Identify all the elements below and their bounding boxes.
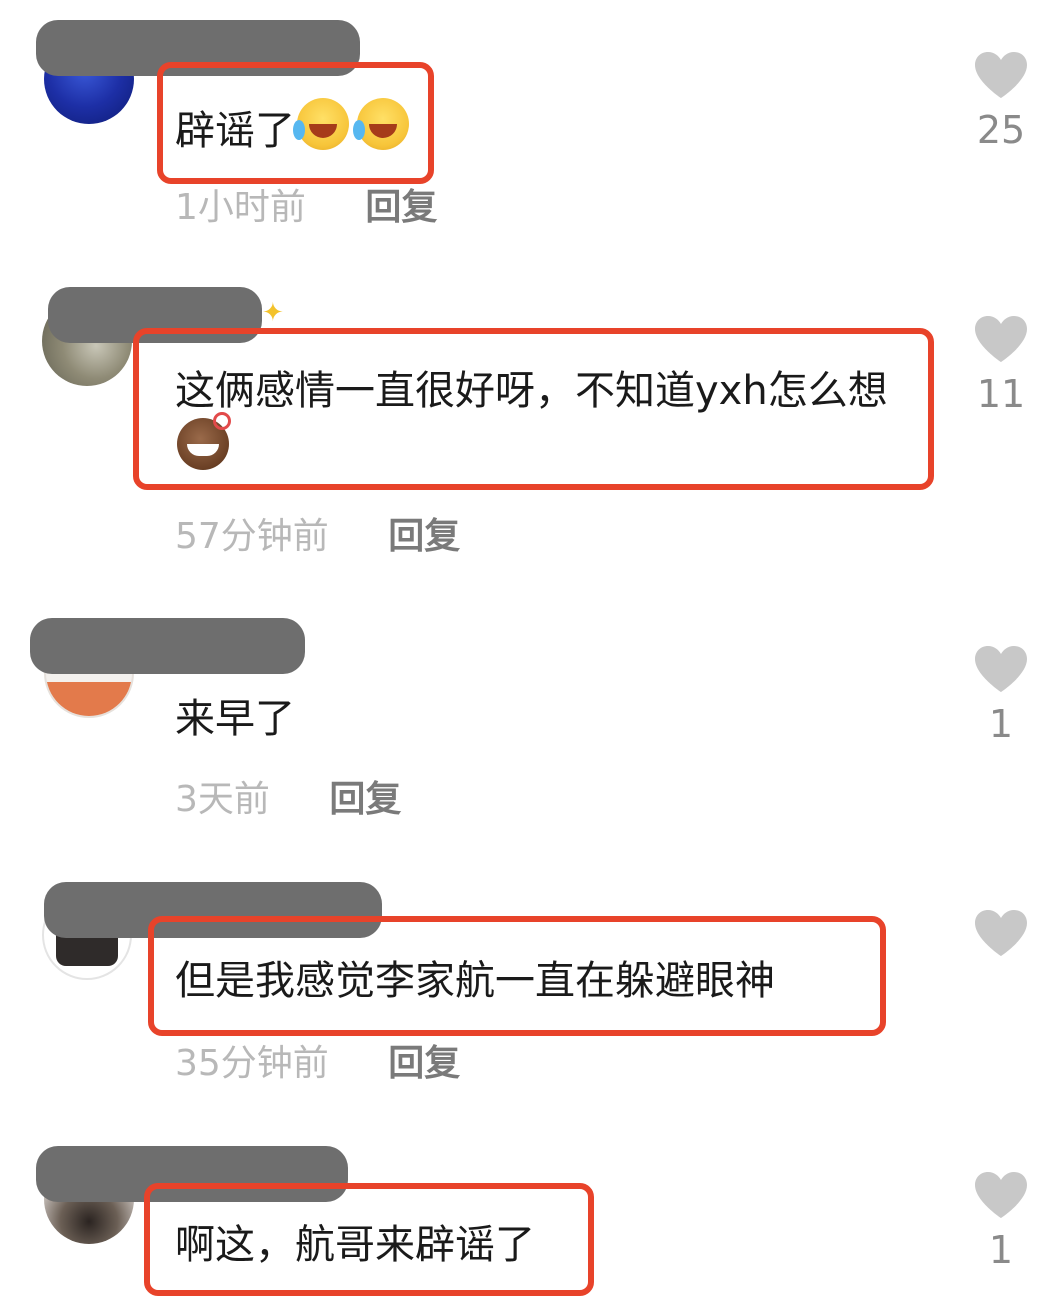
like-count: 25 bbox=[976, 108, 1026, 152]
comment-meta: 3天前 回复 bbox=[175, 778, 401, 822]
comment-text-body: 这俩感情一直很好呀，不知道yxh怎么想 bbox=[175, 368, 888, 414]
comment-time: 3天前 bbox=[175, 779, 270, 820]
comment-text-body: 辟谣了 bbox=[175, 108, 295, 154]
comment-time: 35分钟前 bbox=[175, 1043, 329, 1084]
grin-emoji-icon bbox=[177, 412, 231, 470]
heart-icon bbox=[975, 52, 1027, 98]
comment-text: 辟谣了 bbox=[175, 98, 409, 158]
comment-text: 这俩感情一直很好呀，不知道yxh怎么想 bbox=[175, 364, 923, 478]
reply-button[interactable]: 回复 bbox=[365, 187, 437, 228]
reply-button[interactable]: 回复 bbox=[329, 779, 401, 820]
comment-meta: 1小时前 回复 bbox=[175, 186, 437, 230]
heart-icon bbox=[975, 910, 1027, 956]
like-button[interactable]: 1 bbox=[968, 644, 1034, 746]
like-button[interactable]: 1 bbox=[968, 1170, 1034, 1272]
comment-text: 啊这，航哥来辟谣了 bbox=[175, 1218, 535, 1272]
comment-text: 但是我感觉李家航一直在躲避眼神 bbox=[175, 954, 775, 1008]
comment-text-body: 啊这，航哥来辟谣了 bbox=[175, 1222, 535, 1268]
heart-icon bbox=[975, 646, 1027, 692]
like-count: 1 bbox=[988, 702, 1014, 746]
comment-text-body: 但是我感觉李家航一直在躲避眼神 bbox=[175, 958, 775, 1004]
reply-button[interactable]: 回复 bbox=[388, 516, 460, 557]
comment-meta: 57分钟前 回复 bbox=[175, 515, 460, 559]
comment-time: 1小时前 bbox=[175, 187, 306, 228]
laugh-cry-emoji-icon bbox=[353, 98, 409, 150]
laugh-cry-emoji-icon bbox=[293, 98, 349, 150]
comment-meta: 35分钟前 回复 bbox=[175, 1042, 460, 1086]
reply-button[interactable]: 回复 bbox=[388, 1043, 460, 1084]
heart-icon bbox=[975, 1172, 1027, 1218]
comment-time: 57分钟前 bbox=[175, 516, 329, 557]
like-count: 11 bbox=[976, 372, 1026, 416]
like-button[interactable] bbox=[968, 908, 1034, 966]
comment-text-body: 来早了 bbox=[175, 696, 295, 742]
heart-icon bbox=[975, 316, 1027, 362]
comment-item: 辟谣了 1小时前 回复 25 bbox=[0, 0, 1062, 260]
comment-text: 来早了 bbox=[175, 692, 295, 746]
like-button[interactable]: 25 bbox=[968, 50, 1034, 152]
like-count: 1 bbox=[988, 1228, 1014, 1272]
username-mask bbox=[30, 618, 305, 674]
like-button[interactable]: 11 bbox=[968, 314, 1034, 416]
sparkle-icon: ✦ bbox=[262, 298, 284, 328]
